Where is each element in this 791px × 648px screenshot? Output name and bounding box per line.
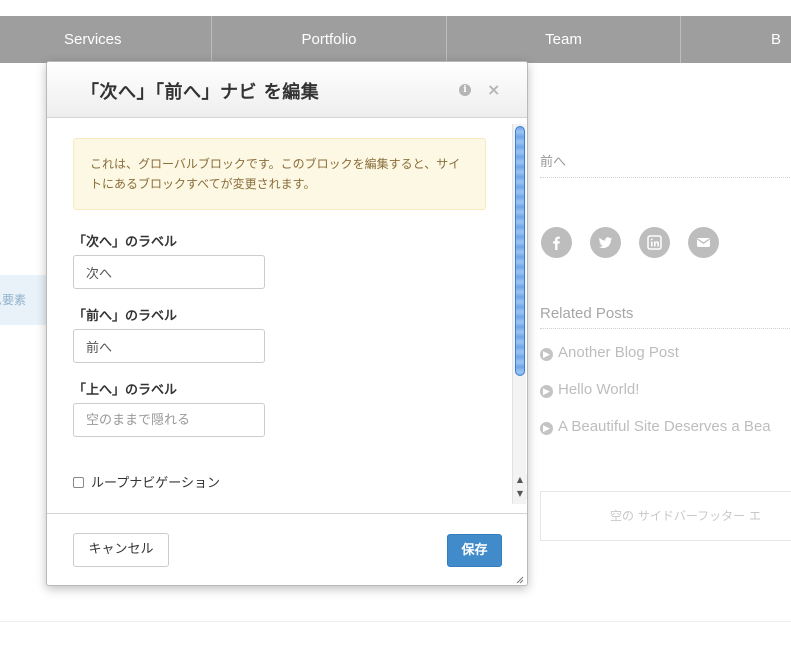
prev-label-heading: 「前へ」のラベル	[73, 309, 178, 324]
resize-grip-icon[interactable]	[514, 574, 524, 584]
scrollbar-thumb[interactable]	[515, 126, 525, 376]
sidebar-footer-empty-area[interactable]: 空の サイドバーフッター エ	[540, 491, 791, 541]
chevron-right-icon: ▶	[540, 348, 553, 361]
info-icon[interactable]: i	[459, 84, 471, 96]
cancel-button[interactable]: キャンセル	[73, 533, 169, 567]
dialog-scrollbar[interactable]: ▲ ▼	[512, 124, 527, 504]
area-label-tab: ム要素	[0, 275, 46, 325]
dialog-footer: キャンセル 保存	[47, 513, 527, 585]
up-label-input[interactable]	[73, 403, 265, 437]
linkedin-icon[interactable]	[639, 227, 670, 258]
nav-item-team[interactable]: Team	[447, 16, 681, 63]
related-post-title: Hello World!	[558, 381, 640, 398]
prev-link[interactable]: 前へ	[540, 150, 791, 178]
divider	[0, 621, 791, 622]
prev-label-input[interactable]	[73, 329, 265, 363]
loop-navigation-option[interactable]: ループナビゲーション	[73, 472, 220, 491]
related-post-link[interactable]: ▶ Hello World!	[540, 381, 791, 398]
loop-navigation-label: ループナビゲーション	[91, 476, 220, 491]
loop-navigation-checkbox[interactable]	[73, 477, 84, 488]
chevron-right-icon: ▶	[540, 422, 553, 435]
next-label-input[interactable]	[73, 255, 265, 289]
scroll-down-arrow-icon[interactable]: ▼	[513, 488, 527, 500]
nav-item-portfolio[interactable]: Portfolio	[212, 16, 447, 63]
dialog-header[interactable]: 「次へ」「前へ」ナビ を編集 i ×	[47, 62, 527, 118]
global-block-warning: これは、グローバルブロックです。このブロックを編集すると、サイトにあるブロックす…	[73, 138, 486, 210]
chevron-right-icon: ▶	[540, 385, 553, 398]
related-post-title: Another Blog Post	[558, 344, 679, 361]
related-post-link[interactable]: ▶ Another Blog Post	[540, 344, 791, 361]
related-post-link[interactable]: ▶ A Beautiful Site Deserves a Bea	[540, 418, 791, 435]
save-button[interactable]: 保存	[447, 534, 502, 567]
email-icon[interactable]	[688, 227, 719, 258]
edit-block-dialog: 「次へ」「前へ」ナビ を編集 i × これは、グローバルブロックです。このブロッ…	[46, 61, 528, 586]
related-posts-title: Related Posts	[540, 305, 791, 329]
close-icon[interactable]: ×	[487, 80, 500, 99]
related-post-title: A Beautiful Site Deserves a Bea	[558, 418, 771, 435]
facebook-icon[interactable]	[541, 227, 572, 258]
twitter-icon[interactable]	[590, 227, 621, 258]
nav-item-truncated[interactable]: B	[681, 16, 791, 63]
nav-item-services[interactable]: Services	[0, 16, 212, 63]
dialog-title: 「次へ」「前へ」ナビ を編集	[81, 82, 320, 103]
up-label-heading: 「上へ」のラベル	[73, 383, 178, 398]
dialog-body: これは、グローバルブロックです。このブロックを編集すると、サイトにあるブロックす…	[47, 119, 527, 514]
scroll-up-arrow-icon[interactable]: ▲	[513, 474, 527, 486]
next-label-heading: 「次へ」のラベル	[73, 235, 178, 250]
top-navigation: Services Portfolio Team B	[0, 16, 791, 63]
